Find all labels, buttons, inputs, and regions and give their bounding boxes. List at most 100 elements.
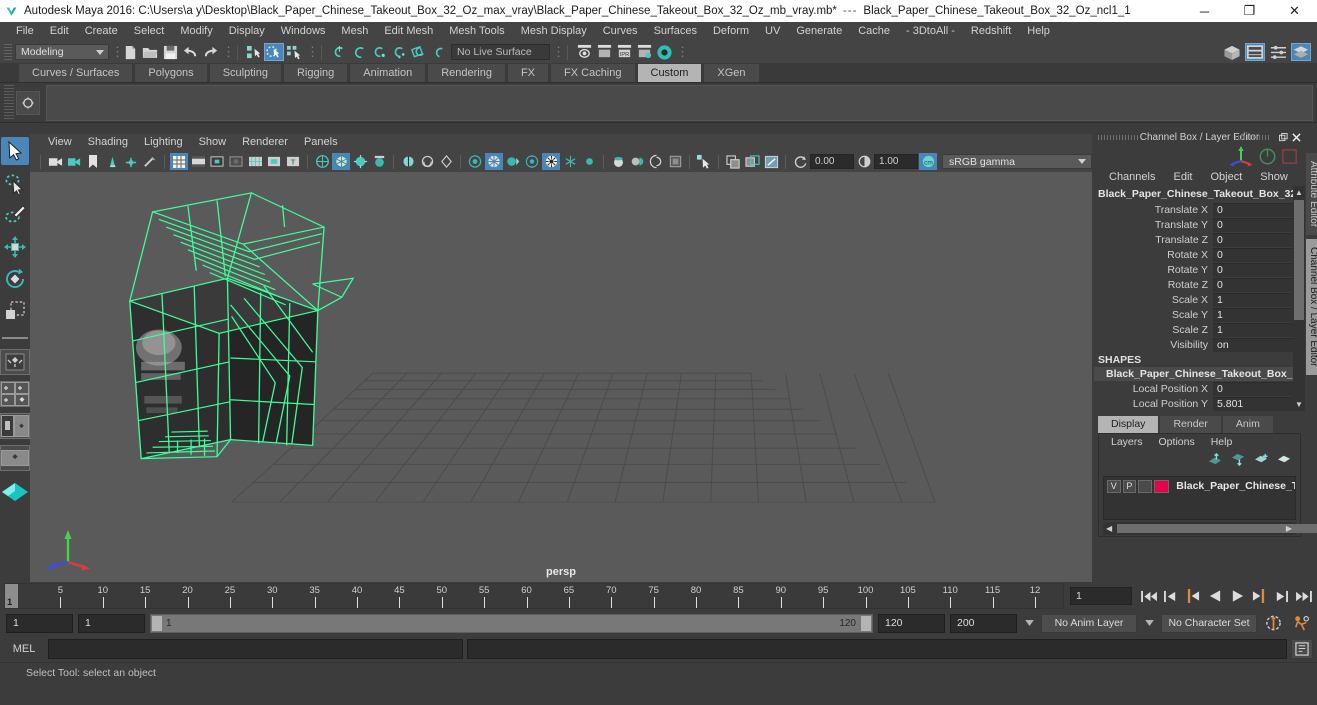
character-set-dropdown-arrow[interactable] xyxy=(1142,614,1156,633)
step-forward-key-icon[interactable] xyxy=(1271,587,1291,605)
go-to-start-icon[interactable] xyxy=(1139,587,1159,605)
channel-box-scrollbar[interactable]: ▲ ▼ xyxy=(1293,186,1305,411)
anim-layer-field[interactable]: No Anim Layer xyxy=(1041,613,1137,633)
menu-curves[interactable]: Curves xyxy=(595,22,646,41)
menu-file[interactable]: File xyxy=(8,22,42,41)
play-backwards-icon[interactable] xyxy=(1205,587,1225,605)
toggle-modeling-toolkit-icon[interactable] xyxy=(1222,43,1242,61)
channel-value[interactable]: 1 xyxy=(1213,292,1305,307)
step-back-frame-icon[interactable] xyxy=(1183,587,1203,605)
undock-icon[interactable] xyxy=(1278,132,1289,143)
channel-row-visibility[interactable]: Visibility on xyxy=(1094,337,1305,352)
shelf-tab-curves-surfaces[interactable]: Curves / Surfaces xyxy=(18,63,134,82)
channel-value[interactable]: 0 xyxy=(1213,202,1305,217)
select-components-icon[interactable] xyxy=(695,153,713,170)
new-layer-icon[interactable] xyxy=(1254,453,1269,466)
layer-name[interactable]: Black_Paper_Chinese_Tak xyxy=(1171,480,1295,492)
channel-value[interactable]: 5.801 xyxy=(1213,396,1305,411)
rotate-gizmo-icon[interactable] xyxy=(1258,147,1277,166)
multisample-icon[interactable] xyxy=(561,153,579,170)
xray-joints-icon[interactable] xyxy=(437,153,455,170)
auto-keyframe-icon[interactable] xyxy=(1262,613,1284,633)
menu-set-dropdown[interactable]: Modeling xyxy=(15,44,109,60)
snap-to-projected-center-icon[interactable] xyxy=(388,43,408,61)
menu-mesh-tools[interactable]: Mesh Tools xyxy=(441,22,512,41)
new-layer-from-selected-icon[interactable] xyxy=(1277,453,1292,466)
menu-help[interactable]: Help xyxy=(1019,22,1058,41)
shelf-tab-fx[interactable]: FX xyxy=(506,63,550,82)
select-by-hierarchy-icon[interactable] xyxy=(244,43,264,61)
range-end-handle[interactable] xyxy=(861,615,871,631)
character-set-field[interactable]: No Character Set xyxy=(1161,613,1257,633)
safe-action-icon[interactable] xyxy=(265,153,283,170)
field-chart-icon[interactable] xyxy=(246,153,264,170)
menu-surfaces[interactable]: Surfaces xyxy=(646,22,705,41)
safe-title-icon[interactable]: T xyxy=(284,153,302,170)
layer-playback-toggle[interactable]: P xyxy=(1122,479,1137,493)
toggle-tool-settings-icon[interactable] xyxy=(1268,43,1288,61)
current-frame-field[interactable]: 1 xyxy=(1070,587,1132,605)
menu-generate[interactable]: Generate xyxy=(788,22,850,41)
viewport-menu-shading[interactable]: Shading xyxy=(80,134,136,151)
command-language-label[interactable]: MEL xyxy=(4,643,44,655)
view-transform-icon[interactable]: cm xyxy=(919,153,937,170)
close-button[interactable]: ✕ xyxy=(1272,0,1317,22)
command-input-field[interactable] xyxy=(48,639,463,659)
hardware-fog-icon[interactable] xyxy=(609,153,627,170)
single-perspective-layout[interactable] xyxy=(0,349,30,375)
screen-space-ao-icon[interactable] xyxy=(523,153,541,170)
exposure-preview-icon[interactable] xyxy=(666,153,684,170)
toolbar-divider-4[interactable]: ⋮ xyxy=(552,44,565,60)
menu-display[interactable]: Display xyxy=(221,22,273,41)
dock-tab-channel-box[interactable]: Channel Box / Layer Editor xyxy=(1306,239,1317,375)
channel-row-local-position-y[interactable]: Local Position Y 5.801 xyxy=(1094,396,1305,411)
scale-tool[interactable] xyxy=(1,297,29,325)
play-forwards-icon[interactable] xyxy=(1227,587,1247,605)
paint-select-tool[interactable] xyxy=(1,201,29,229)
current-time-indicator[interactable]: 1 xyxy=(5,584,18,608)
ipr-render-region-icon[interactable]: IPR xyxy=(614,43,634,61)
smooth-shade-selected-icon[interactable] xyxy=(351,153,369,170)
layer-tab-anim[interactable]: Anim xyxy=(1222,416,1273,433)
shelf-tab-rigging[interactable]: Rigging xyxy=(282,63,349,82)
layer-shading-toggle[interactable] xyxy=(1138,479,1152,493)
cb-menu-channels[interactable]: Channels xyxy=(1100,171,1164,183)
dock-tab-attribute-editor[interactable]: Attribute Editor xyxy=(1306,153,1317,236)
menu-redshift[interactable]: Redshift xyxy=(963,22,1019,41)
channel-row-rotate-z[interactable]: Rotate Z 0 xyxy=(1094,277,1305,292)
scroll-left-icon[interactable]: ◀ xyxy=(1103,524,1112,533)
layer-list[interactable]: V P Black_Paper_Chinese_Tak xyxy=(1103,476,1296,520)
rgb-axis-icon[interactable] xyxy=(1229,145,1253,167)
channel-row-rotate-x[interactable]: Rotate X 0 xyxy=(1094,247,1305,262)
snap-to-curve-icon[interactable] xyxy=(348,43,368,61)
channel-value[interactable]: 0 xyxy=(1213,247,1305,262)
toolbar-divider-1[interactable]: ⋮ xyxy=(111,44,124,60)
bookmark-icon[interactable] xyxy=(84,153,102,170)
cb-menu-edit[interactable]: Edit xyxy=(1164,171,1201,183)
layer-tab-render[interactable]: Render xyxy=(1160,416,1221,433)
lasso-select-tool[interactable] xyxy=(1,169,29,197)
smooth-shade-all-icon[interactable] xyxy=(332,153,350,170)
viewport-menu-view[interactable]: View xyxy=(40,134,80,151)
channel-value[interactable]: 0 xyxy=(1213,381,1305,396)
menu-select[interactable]: Select xyxy=(126,22,173,41)
anim-layer-dropdown-arrow[interactable] xyxy=(1022,614,1036,633)
toolbar-grip[interactable] xyxy=(4,44,12,60)
film-gate-icon[interactable] xyxy=(189,153,207,170)
scroll-right-icon[interactable]: ▶ xyxy=(1286,524,1292,533)
channel-row-scale-x[interactable]: Scale X 1 xyxy=(1094,292,1305,307)
render-settings-icon[interactable] xyxy=(634,43,654,61)
camera-attributes-icon[interactable] xyxy=(65,153,83,170)
viewport-menu-renderer[interactable]: Renderer xyxy=(234,134,296,151)
channel-box-scroll-thumb[interactable] xyxy=(1294,200,1304,320)
cb-menu-show[interactable]: Show xyxy=(1251,171,1297,183)
menu-edit-mesh[interactable]: Edit Mesh xyxy=(376,22,441,41)
shelf-grip[interactable] xyxy=(4,85,14,119)
shelf-tab-rendering[interactable]: Rendering xyxy=(427,63,506,82)
rotate-tool[interactable] xyxy=(1,265,29,293)
toolbar-divider-5[interactable]: ⋮ xyxy=(676,44,689,60)
channel-value[interactable]: 1 xyxy=(1213,322,1305,337)
menu-mesh[interactable]: Mesh xyxy=(333,22,376,41)
layer-color-swatch[interactable] xyxy=(1153,479,1170,493)
menu-deform[interactable]: Deform xyxy=(705,22,757,41)
